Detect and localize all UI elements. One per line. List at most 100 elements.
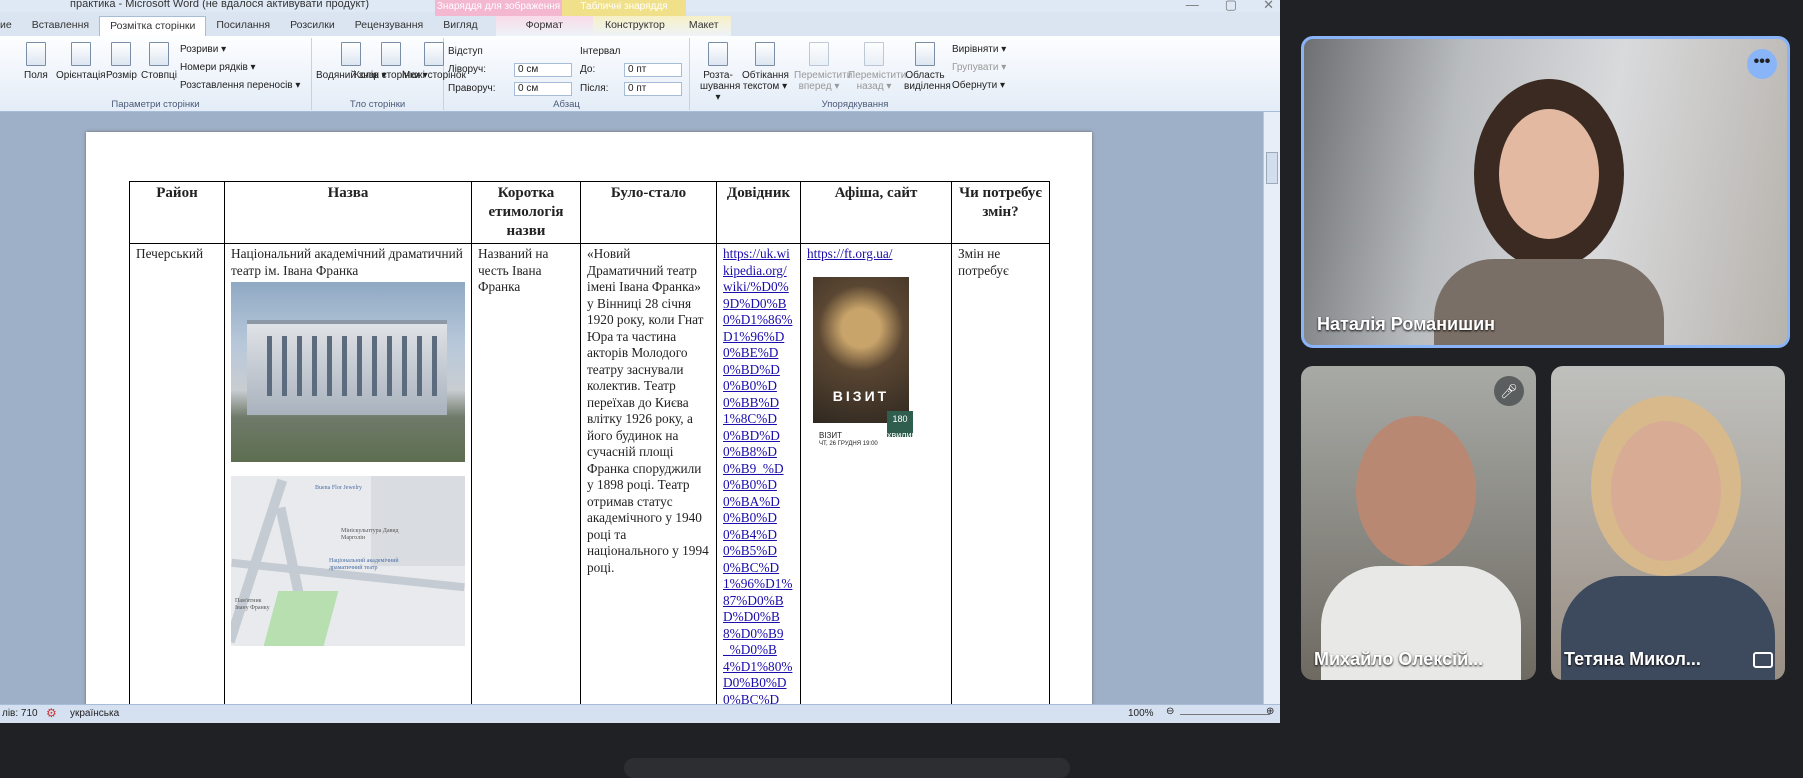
indent-left-label: Ліворуч: xyxy=(448,64,486,75)
tab-view[interactable]: Вигляд xyxy=(433,16,487,36)
position-button[interactable]: Розта-шування ▾ xyxy=(700,42,740,103)
group-page-background: Водяний знак ▾ Колір сторінки ▾ Межі сто… xyxy=(312,38,466,110)
participant-tile-active[interactable]: ••• Наталія Романишин xyxy=(1301,36,1790,348)
poster-subcaption: ЧТ, 26 ГРУДНЯ 19:00 xyxy=(819,440,878,447)
proofing-icon[interactable]: ⚙ xyxy=(46,706,57,720)
word-count[interactable]: лів: 710 xyxy=(2,708,38,719)
window-title: практика - Microsoft Word (не вдалося ак… xyxy=(70,0,370,10)
tab-format[interactable]: Формат xyxy=(495,16,593,36)
theatre-name: Національний академічний драматичний теа… xyxy=(231,246,463,278)
tab-references[interactable]: Посилання xyxy=(206,16,280,36)
zoom-slider[interactable] xyxy=(1180,714,1270,715)
margins-icon xyxy=(25,42,46,66)
theatre-photo[interactable] xyxy=(231,282,465,462)
participant-name: Михайло Олексій... xyxy=(1314,649,1484,669)
mic-off-icon: 🎤︎ xyxy=(1494,376,1524,406)
wrap-text-button[interactable]: Обтікання текстом ▾ xyxy=(742,42,789,92)
group-button[interactable]: Групувати ▾ xyxy=(952,62,1006,73)
cell-reference[interactable]: https://uk.wikipedia.org/wiki/%D0%9D%D0%… xyxy=(716,243,801,704)
tab-file[interactable]: ие xyxy=(0,16,22,36)
participant-name: Наталія Романишин xyxy=(1317,314,1496,334)
page-setup-label: Параметри сторінки xyxy=(111,99,200,110)
poster-caption: ВІЗИТ xyxy=(819,430,843,440)
position-icon xyxy=(708,42,728,66)
breaks-button[interactable]: Розриви ▾ xyxy=(180,44,226,55)
poster-badge: 180 хвилин xyxy=(887,410,917,440)
document-page[interactable]: Район Назва Коротка етимологія назви Бул… xyxy=(86,132,1092,704)
header-reference: Довідник xyxy=(716,181,801,244)
cell-poster-site[interactable]: https://ft.org.ua/ ВІЗИТ 180 хвилин ВІЗИТ… xyxy=(800,243,952,704)
restore-icon[interactable]: ▢ xyxy=(1225,0,1237,13)
cell-history[interactable]: «Новий Драматичний театр імені Івана Фра… xyxy=(580,243,717,704)
participant-tile[interactable]: Тетяна Микол... xyxy=(1551,366,1785,680)
selection-pane-button[interactable]: Область виділення xyxy=(904,42,951,92)
margins-button[interactable]: Поля xyxy=(24,42,48,81)
orientation-icon xyxy=(70,42,91,66)
cell-needs-change[interactable]: Змін не потребує xyxy=(951,243,1050,704)
spacing-before-label: До: xyxy=(580,64,596,75)
context-tab-picture-tools: Знаряддя для зображення xyxy=(435,0,562,16)
spacing-label: Інтервал xyxy=(580,46,621,57)
table-row: Печерський Національний академічний драм… xyxy=(129,243,1050,704)
cell-name[interactable]: Національний академічний драматичний теа… xyxy=(224,243,472,704)
cell-district[interactable]: Печерський xyxy=(129,243,225,704)
page-background-label: Тло сторінки xyxy=(349,99,406,110)
size-icon xyxy=(111,42,132,66)
window-controls: — ▢ ✕ xyxy=(1186,0,1274,13)
tab-layout[interactable]: Макет xyxy=(676,16,731,36)
tab-page-layout[interactable]: Розмітка сторінки xyxy=(99,16,207,36)
more-options-icon[interactable]: ••• xyxy=(1747,49,1777,79)
map-label: Національний академічний драматичний теа… xyxy=(329,558,399,571)
context-tab-table-tools: Табличні знаряддя xyxy=(562,0,686,16)
map-block xyxy=(371,476,465,566)
header-name: Назва xyxy=(224,181,472,244)
tab-mailings[interactable]: Розсилки xyxy=(280,16,345,36)
header-poster-site: Афіша, сайт xyxy=(800,181,952,244)
tab-review[interactable]: Рецензування xyxy=(345,16,433,36)
meet-panel: ••• Наталія Романишин 🎤︎ Михайло Олексій… xyxy=(1280,0,1803,770)
site-link[interactable]: https://ft.org.ua/ xyxy=(807,246,892,261)
bring-forward-button[interactable]: Перемістити вперед ▾ xyxy=(794,42,852,92)
map-image[interactable]: Buena Flor Jewelry Мініскульптура Давид … xyxy=(231,476,465,646)
participant-face xyxy=(1611,421,1721,561)
ribbon-tabs: ие Вставлення Розмітка сторінки Посиланн… xyxy=(0,16,1280,36)
tab-design[interactable]: Конструктор xyxy=(592,16,677,36)
wikipedia-link[interactable]: https://uk.wikipedia.org/wiki/%D0%9D%D0%… xyxy=(723,246,792,704)
language-indicator[interactable]: українська xyxy=(70,708,119,719)
align-button[interactable]: Вирівняти ▾ xyxy=(952,44,1006,55)
size-button[interactable]: Розмір xyxy=(106,42,137,81)
zoom-out-icon[interactable]: ⊖ xyxy=(1166,706,1174,717)
participant-tile[interactable]: 🎤︎ Михайло Олексій... xyxy=(1301,366,1536,680)
columns-icon xyxy=(148,42,169,66)
vertical-scrollbar[interactable] xyxy=(1263,112,1280,704)
poster-image[interactable]: ВІЗИТ 180 хвилин xyxy=(813,276,917,440)
indent-right-input[interactable]: 0 см xyxy=(514,82,572,96)
header-needs-change: Чи потребує змін? xyxy=(951,181,1050,244)
spacing-after-label: Після: xyxy=(580,83,609,94)
orientation-button[interactable]: Орієнтація xyxy=(56,42,106,81)
close-icon[interactable]: ✕ xyxy=(1263,0,1274,13)
status-bar: лів: 710 ⚙ українська 100% ⊖ ⊕ xyxy=(0,704,1280,723)
hyphenation-button[interactable]: Розставлення переносів ▾ xyxy=(180,80,300,91)
zoom-in-icon[interactable]: ⊕ xyxy=(1266,706,1274,717)
rotate-button[interactable]: Обернути ▾ xyxy=(952,80,1005,91)
tab-insert[interactable]: Вставлення xyxy=(22,16,99,36)
word-window: практика - Microsoft Word (не вдалося ак… xyxy=(0,0,1280,723)
map-label: Мініскульптура Давид Марголін xyxy=(341,528,399,541)
scroll-thumb[interactable] xyxy=(1266,152,1278,184)
zoom-level[interactable]: 100% xyxy=(1128,708,1154,719)
document-area[interactable]: Район Назва Коротка етимологія назви Бул… xyxy=(0,112,1263,704)
cell-etymology[interactable]: Названий на честь Івана Франка xyxy=(471,243,581,704)
indent-left-input[interactable]: 0 см xyxy=(514,63,572,77)
line-numbers-button[interactable]: Номери рядків ▾ xyxy=(180,62,256,73)
send-backward-button[interactable]: Перемістити назад ▾ xyxy=(848,42,906,92)
map-label: Пам'ятник Івану Франку xyxy=(235,598,270,611)
data-table: Район Назва Коротка етимологія назви Бул… xyxy=(129,181,1050,704)
spacing-after-input[interactable]: 0 пт xyxy=(624,82,682,96)
spacing-before-input[interactable]: 0 пт xyxy=(624,63,682,77)
minimize-icon[interactable]: — xyxy=(1186,0,1199,13)
columns-button[interactable]: Стовпці xyxy=(141,42,177,81)
picture-in-picture-icon[interactable] xyxy=(1753,652,1773,668)
participant-name: Тетяна Микол... xyxy=(1564,649,1701,669)
ribbon: Поля Орієнтація Розмір Стовпці Розриви ▾… xyxy=(0,36,1280,112)
